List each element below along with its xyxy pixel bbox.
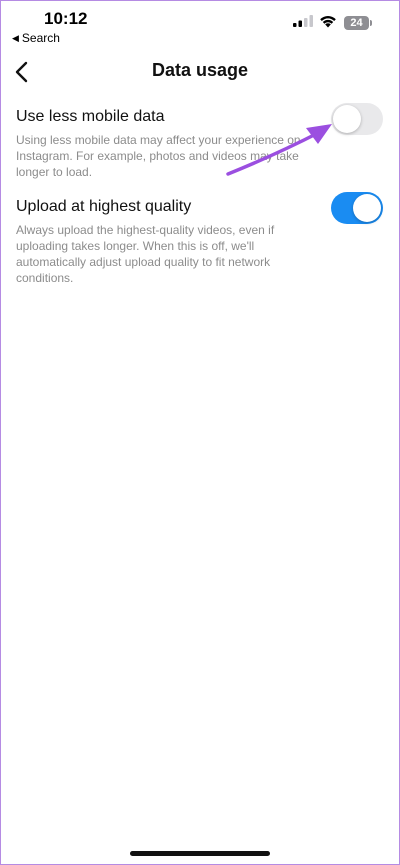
wifi-icon bbox=[320, 16, 336, 28]
status-bar: 10:12 ◀ Search 24 bbox=[0, 0, 400, 48]
status-time: 10:12 bbox=[44, 9, 88, 28]
battery-icon: 24 bbox=[344, 16, 374, 32]
back-to-app-label: Search bbox=[21, 31, 60, 45]
home-indicator[interactable] bbox=[130, 851, 270, 856]
cellular-signal-icon bbox=[293, 15, 313, 27]
back-triangle-icon: ◀ bbox=[12, 32, 19, 43]
battery-level: 24 bbox=[344, 16, 369, 30]
toggle-knob bbox=[353, 194, 381, 222]
setting-description: Always upload the highest-quality videos… bbox=[16, 223, 275, 285]
annotation-arrow-icon bbox=[226, 124, 332, 176]
setting-title: Upload at highest quality bbox=[16, 198, 192, 215]
battery-tip bbox=[370, 20, 372, 26]
page-title: Data usage bbox=[151, 60, 249, 80]
back-to-app-link[interactable]: ◀ Search bbox=[12, 31, 60, 45]
upload-highest-quality-toggle[interactable] bbox=[331, 192, 383, 224]
nav-header: Data usage bbox=[0, 52, 400, 92]
